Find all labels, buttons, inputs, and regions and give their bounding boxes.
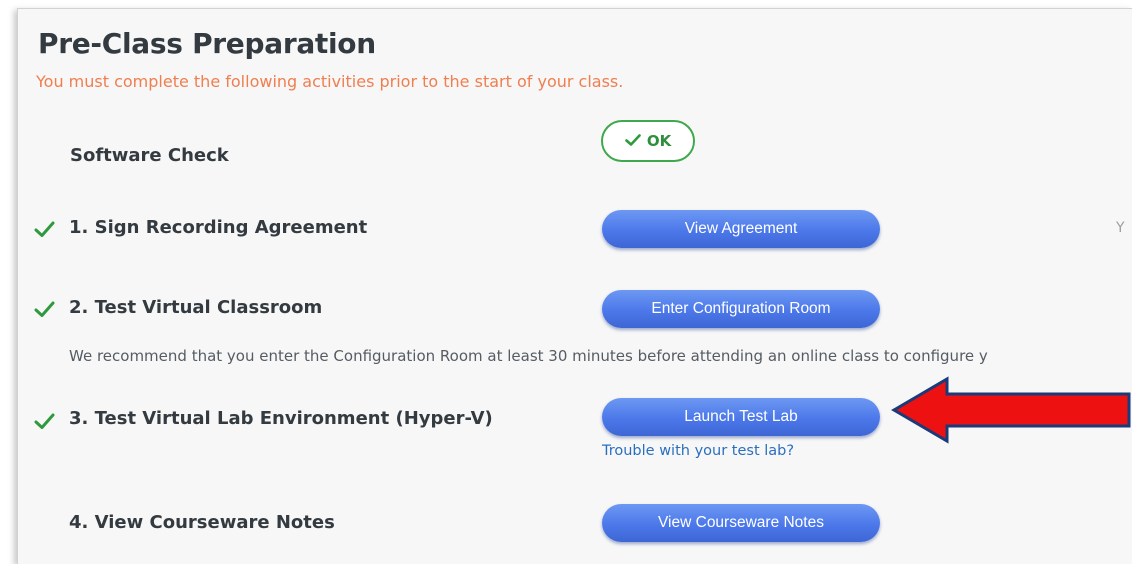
pre-class-panel: Pre-Class Preparation You must complete … (17, 8, 1132, 564)
clipped-text-fragment: Y (1116, 220, 1125, 236)
step-3-label: 3. Test Virtual Lab Environment (Hyper-V… (69, 408, 493, 429)
software-check-status-badge: OK (601, 120, 695, 162)
software-check-status-text: OK (646, 132, 672, 150)
trouble-with-test-lab-link[interactable]: Trouble with your test lab? (602, 443, 794, 459)
step-1-checkmark-icon (34, 221, 55, 238)
configuration-room-note: We recommend that you enter the Configur… (69, 347, 988, 365)
view-courseware-notes-button[interactable]: View Courseware Notes (602, 504, 880, 542)
launch-test-lab-button[interactable]: Launch Test Lab (602, 398, 880, 436)
step-4-label: 4. View Courseware Notes (69, 512, 335, 533)
view-agreement-button[interactable]: View Agreement (602, 210, 880, 248)
software-check-label: Software Check (70, 145, 229, 166)
red-arrow-icon (889, 375, 1132, 449)
enter-configuration-room-button[interactable]: Enter Configuration Room (602, 290, 880, 328)
checkmark-icon (625, 132, 641, 150)
step-3-checkmark-icon (34, 413, 55, 430)
page-subtitle: You must complete the following activiti… (36, 72, 624, 91)
page-title: Pre-Class Preparation (38, 27, 376, 60)
step-2-label: 2. Test Virtual Classroom (69, 297, 323, 318)
step-2-checkmark-icon (34, 301, 55, 318)
step-1-label: 1. Sign Recording Agreement (69, 217, 368, 238)
